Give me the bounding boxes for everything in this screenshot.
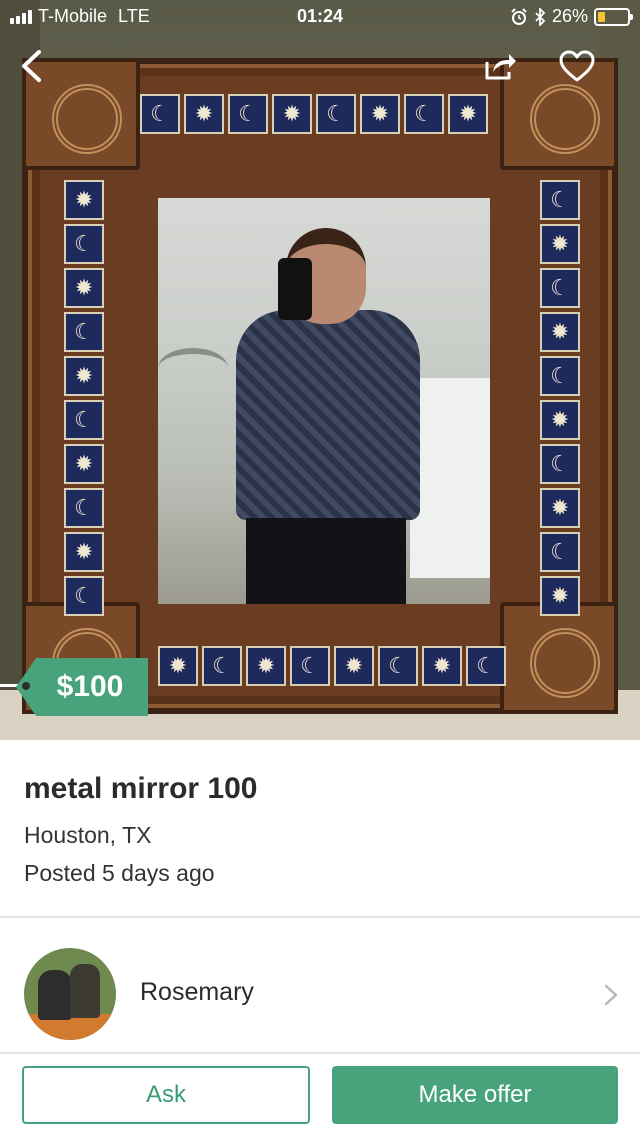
listing-location[interactable]: Houston, TX — [24, 822, 151, 849]
sun-tile-icon: ✹ — [272, 94, 312, 134]
moon-tile-icon: ☾ — [64, 576, 104, 616]
ask-button[interactable]: Ask — [22, 1066, 310, 1124]
sun-tile-icon: ✹ — [540, 488, 580, 528]
person-legs — [246, 518, 406, 604]
chevron-right-icon — [604, 984, 618, 1006]
sun-tile-icon: ✹ — [422, 646, 462, 686]
seller-avatar[interactable] — [24, 948, 116, 1040]
listing-details: metal mirror 100 Houston, TX Posted 5 da… — [0, 740, 640, 918]
listing-title: metal mirror 100 — [24, 772, 258, 805]
sun-tile-icon: ✹ — [334, 646, 374, 686]
price-label: $100 — [56, 670, 124, 703]
moon-tile-icon: ☾ — [378, 646, 418, 686]
moon-tile-icon: ☾ — [540, 532, 580, 572]
sun-tile-icon: ✹ — [540, 224, 580, 264]
moon-tile-icon: ☾ — [64, 312, 104, 352]
sun-tile-icon: ✹ — [540, 312, 580, 352]
status-right: 26% — [510, 6, 633, 27]
sun-tile-icon: ✹ — [64, 268, 104, 308]
moon-tile-icon: ☾ — [202, 646, 242, 686]
moon-tile-icon: ☾ — [316, 94, 356, 134]
moon-tile-icon: ☾ — [64, 488, 104, 528]
share-button[interactable] — [478, 44, 522, 88]
price-tag: $100 — [16, 658, 148, 716]
sun-tile-icon: ✹ — [246, 646, 286, 686]
moon-tile-icon: ☾ — [540, 444, 580, 484]
frame-tiles-left: ✹ ☾ ✹ ☾ ✹ ☾ ✹ ☾ ✹ ☾ — [64, 180, 104, 616]
section-divider — [0, 916, 640, 918]
frame-corner-ornament — [500, 602, 618, 714]
heart-outline-icon — [559, 50, 595, 82]
sun-tile-icon: ✹ — [158, 646, 198, 686]
sun-tile-icon: ✹ — [448, 94, 488, 134]
frame-tiles-top: ☾ ✹ ☾ ✹ ☾ ✹ ☾ ✹ — [140, 94, 488, 134]
moon-tile-icon: ☾ — [540, 268, 580, 308]
battery-icon — [594, 7, 633, 26]
reflected-ceiling-fan — [158, 348, 228, 388]
make-offer-button[interactable]: Make offer — [332, 1066, 618, 1124]
moon-tile-icon: ☾ — [64, 224, 104, 264]
sun-tile-icon: ✹ — [64, 444, 104, 484]
sun-tile-icon: ✹ — [64, 532, 104, 572]
action-bar: Ask Make offer — [0, 1054, 640, 1138]
moon-tile-icon: ☾ — [290, 646, 330, 686]
moon-tile-icon: ☾ — [404, 94, 444, 134]
moon-tile-icon: ☾ — [64, 400, 104, 440]
share-icon — [485, 54, 516, 80]
back-button[interactable] — [12, 44, 52, 88]
frame-tiles-bottom: ✹ ☾ ✹ ☾ ✹ ☾ ✹ ☾ — [158, 646, 506, 686]
price-tag-hole — [22, 682, 30, 690]
sun-tile-icon: ✹ — [64, 180, 104, 220]
sun-tile-icon: ✹ — [540, 576, 580, 616]
seller-name[interactable]: Rosemary — [140, 978, 254, 1007]
moon-tile-icon: ☾ — [540, 356, 580, 396]
battery-level-fill — [598, 11, 605, 22]
reflected-person — [226, 218, 426, 604]
status-bar: T-Mobile LTE 01:24 26% — [0, 0, 640, 34]
favorite-button[interactable] — [554, 44, 600, 88]
moon-tile-icon: ☾ — [540, 180, 580, 220]
alarm-icon — [511, 7, 527, 25]
sun-tile-icon: ✹ — [64, 356, 104, 396]
bluetooth-icon — [535, 7, 546, 26]
seller-row[interactable]: Rosemary — [0, 920, 640, 1054]
mirror-glass — [158, 198, 490, 604]
phone-in-hand — [278, 258, 312, 320]
listing-posted-time: Posted 5 days ago — [24, 860, 215, 886]
moon-tile-icon: ☾ — [466, 646, 506, 686]
frame-tiles-right: ☾ ✹ ☾ ✹ ☾ ✹ ☾ ✹ ☾ ✹ — [540, 180, 580, 616]
listing-photo[interactable]: ☾ ✹ ☾ ✹ ☾ ✹ ☾ ✹ ✹ ☾ ✹ ☾ ✹ ☾ ✹ ☾ ✹ ☾ ✹ ☾ … — [0, 0, 640, 740]
chevron-left-icon — [22, 50, 41, 82]
person-torso — [236, 310, 420, 520]
moon-tile-icon: ☾ — [140, 94, 180, 134]
sun-tile-icon: ✹ — [360, 94, 400, 134]
sun-tile-icon: ✹ — [184, 94, 224, 134]
battery-percent: 26% — [551, 6, 588, 26]
moon-tile-icon: ☾ — [228, 94, 268, 134]
sun-tile-icon: ✹ — [540, 400, 580, 440]
